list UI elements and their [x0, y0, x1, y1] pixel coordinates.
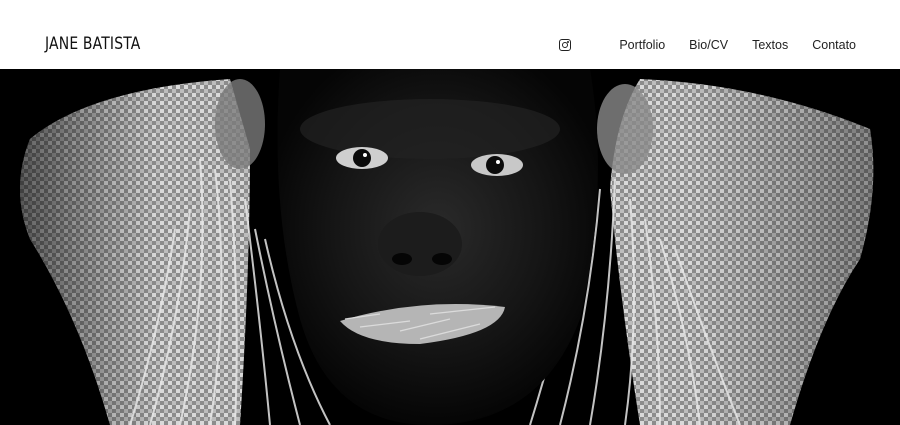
site-title[interactable]: JANE BATISTA [45, 34, 141, 54]
hero-portrait-image [0, 69, 900, 425]
nav-bio-cv[interactable]: Bio/CV [689, 38, 728, 52]
instagram-icon[interactable] [559, 39, 572, 51]
hero-image [0, 69, 900, 425]
nav-portfolio[interactable]: Portfolio [619, 38, 665, 52]
nav-textos[interactable]: Textos [752, 38, 788, 52]
site-header: JANE BATISTA Portfolio Bio/CV Textos Con… [0, 0, 900, 69]
nav-contato[interactable]: Contato [812, 38, 856, 52]
main-nav: Portfolio Bio/CV Textos Contato [559, 38, 856, 52]
